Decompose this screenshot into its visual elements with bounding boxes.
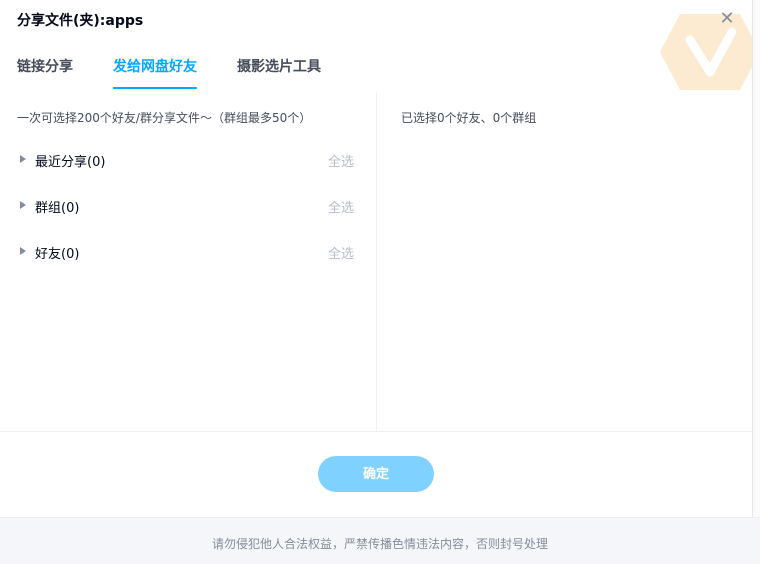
group-row-friends[interactable]: 好友(0) 全选 bbox=[17, 241, 357, 265]
group-label: 群组(0) bbox=[35, 201, 80, 216]
caret-right-icon[interactable] bbox=[20, 247, 26, 255]
confirm-button[interactable]: 确定 bbox=[318, 456, 434, 492]
share-dialog: 分享文件(夹):apps ✕ 链接分享 发给网盘好友 摄影选片工具 一次可选择2… bbox=[0, 0, 760, 564]
v-logo-icon bbox=[660, 14, 760, 90]
selected-count-text: 已选择0个好友、0个群组 bbox=[401, 111, 537, 125]
select-all-button[interactable]: 全选 bbox=[328, 151, 354, 170]
footer-notice: 请勿侵犯他人合法权益，严禁传播色情违法内容，否则封号处理 bbox=[211, 537, 548, 551]
dialog-title: 分享文件(夹):apps bbox=[17, 13, 144, 29]
select-all-button[interactable]: 全选 bbox=[328, 197, 354, 216]
tab-link-share[interactable]: 链接分享 bbox=[17, 56, 73, 76]
close-icon[interactable]: ✕ bbox=[718, 10, 736, 28]
group-label: 好友(0) bbox=[35, 247, 80, 262]
group-label: 最近分享(0) bbox=[35, 155, 106, 170]
tab-photo-selection-tool[interactable]: 摄影选片工具 bbox=[237, 56, 321, 76]
active-tab-underline bbox=[113, 87, 197, 89]
caret-right-icon[interactable] bbox=[20, 201, 26, 209]
footer: 请勿侵犯他人合法权益，严禁传播色情违法内容，否则封号处理 bbox=[0, 517, 760, 564]
group-row-recent-shares[interactable]: 最近分享(0) 全选 bbox=[17, 149, 357, 173]
tab-send-to-friends[interactable]: 发给网盘好友 bbox=[113, 56, 197, 76]
divider bbox=[0, 431, 760, 432]
selection-hint: 一次可选择200个好友/群分享文件～（群组最多50个） bbox=[17, 111, 312, 125]
selected-recipients-panel: 已选择0个好友、0个群组 bbox=[377, 92, 747, 432]
select-all-button[interactable]: 全选 bbox=[328, 243, 354, 262]
friend-picker-panel: 一次可选择200个好友/群分享文件～（群组最多50个） 最近分享(0) 全选 群… bbox=[0, 92, 377, 432]
group-row-groups[interactable]: 群组(0) 全选 bbox=[17, 195, 357, 219]
background-window-edge bbox=[752, 0, 760, 517]
caret-right-icon[interactable] bbox=[20, 155, 26, 163]
